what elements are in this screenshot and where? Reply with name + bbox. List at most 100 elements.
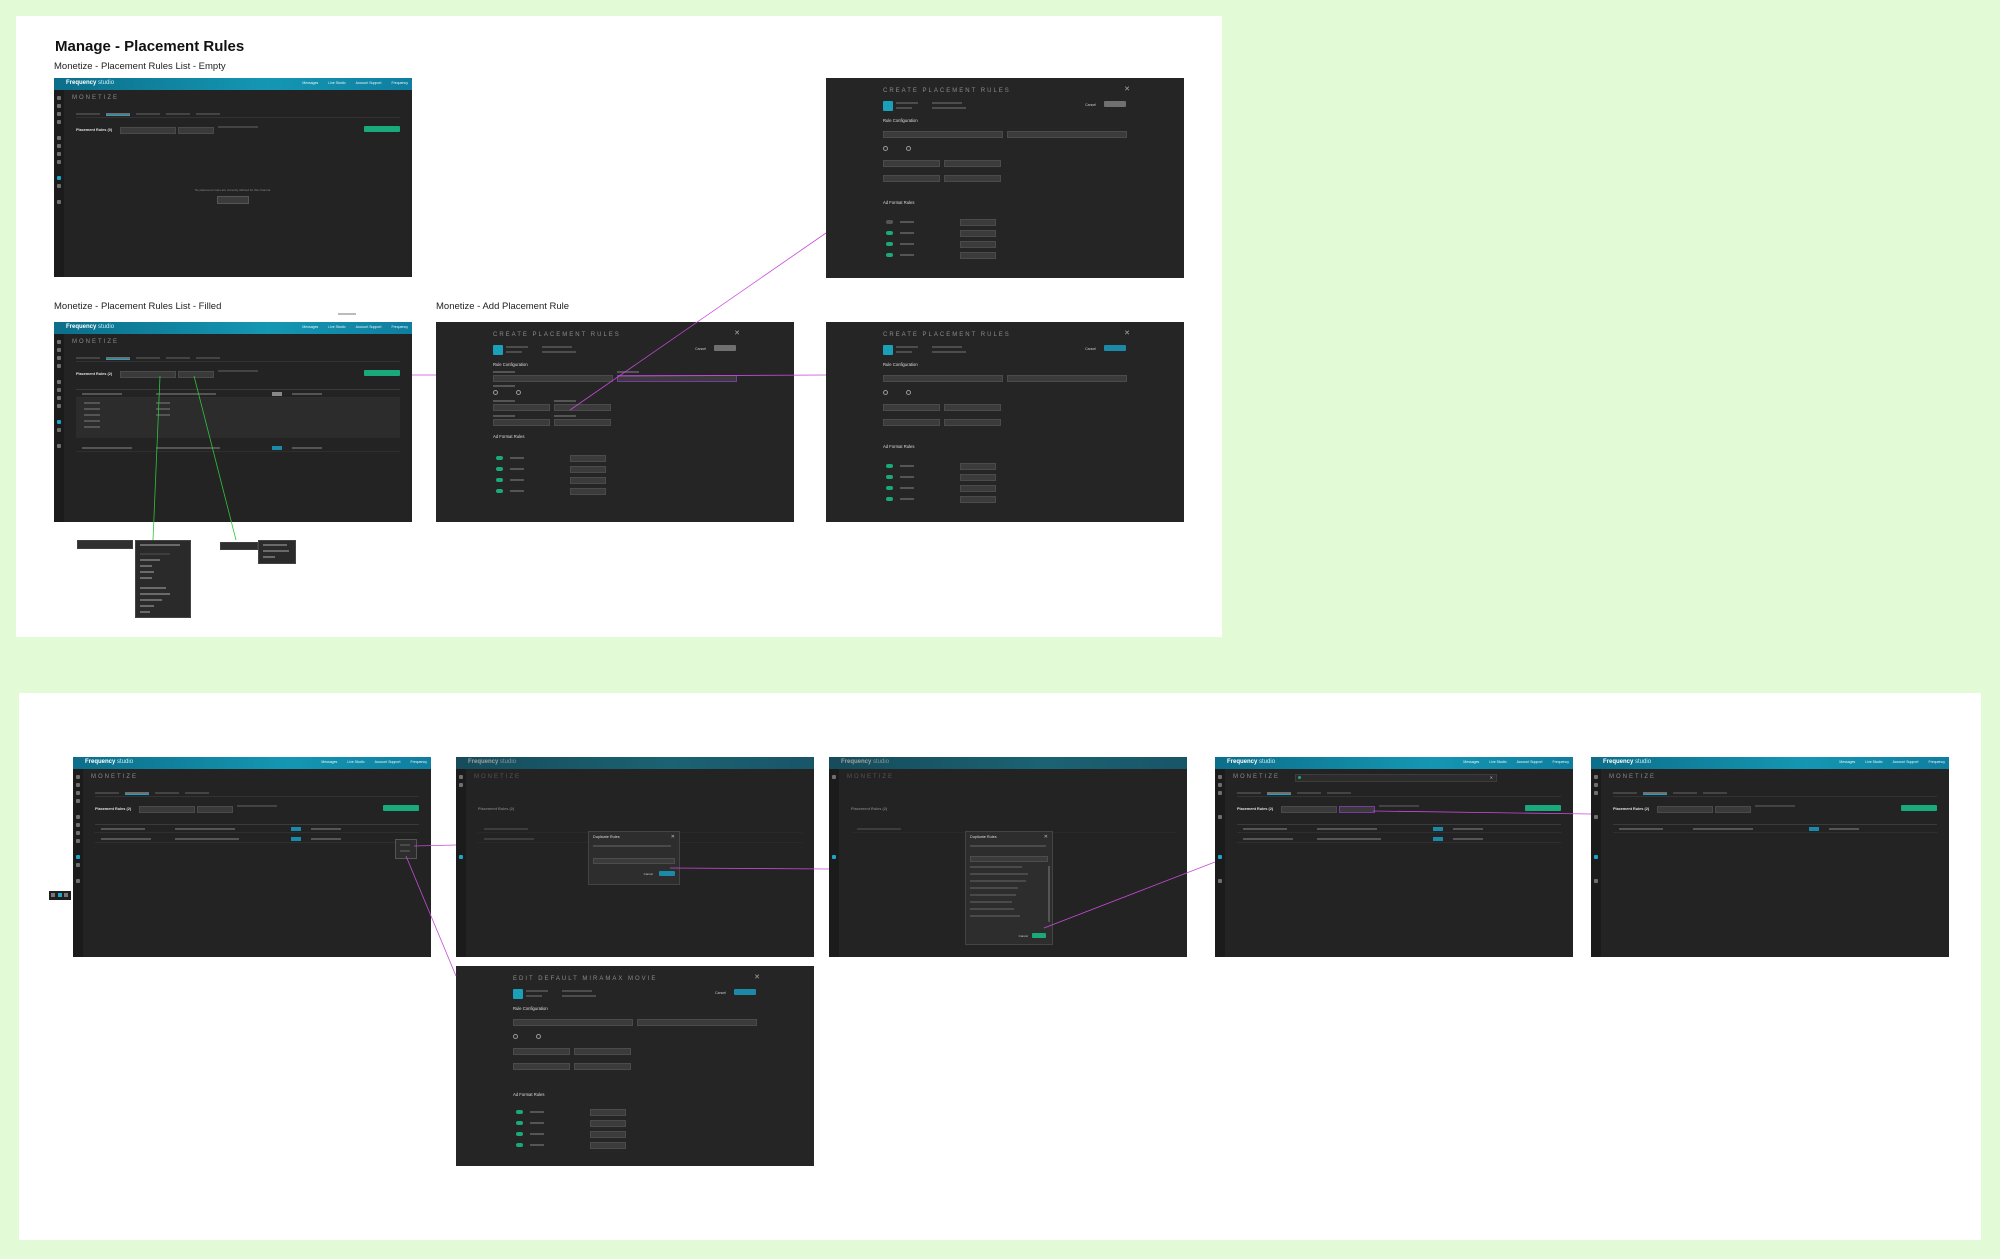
placement-type-radio-1[interactable] (883, 146, 888, 151)
list-item[interactable] (970, 887, 1018, 889)
nav-messages[interactable]: Messages (1463, 760, 1479, 764)
format-select[interactable] (960, 463, 996, 470)
channel-select[interactable] (120, 371, 176, 378)
format-select[interactable] (590, 1109, 626, 1116)
table-row[interactable] (1237, 827, 1561, 833)
close-icon[interactable]: ✕ (754, 973, 760, 981)
nav-messages[interactable]: Messages (302, 325, 318, 329)
close-icon[interactable]: ✕ (1044, 834, 1048, 840)
tab-3[interactable] (136, 113, 160, 115)
close-icon[interactable]: ✕ (1124, 85, 1130, 93)
locations-icon[interactable] (57, 120, 61, 124)
description-input[interactable] (1007, 131, 1127, 138)
create-placement-rule-button[interactable] (383, 805, 419, 811)
cancel-button[interactable]: Cancel (1085, 347, 1096, 351)
schedule-icon[interactable] (57, 380, 61, 384)
settings-icon[interactable] (1218, 879, 1222, 883)
list-item[interactable] (970, 915, 1020, 917)
app-logo[interactable]: Frequency studio (1227, 759, 1275, 765)
create-placement-rule-button[interactable] (1901, 805, 1937, 811)
close-icon[interactable]: ✕ (671, 834, 675, 840)
format-toggle[interactable] (886, 475, 893, 479)
table-row[interactable] (95, 827, 419, 833)
nav-account-menu[interactable]: Frequency (391, 81, 408, 85)
placement-type-radio-2[interactable] (906, 146, 911, 151)
monetize-icon[interactable] (57, 420, 61, 424)
format-toggle[interactable] (516, 1143, 523, 1147)
tab-3[interactable] (1297, 792, 1321, 794)
save-rule-button[interactable] (734, 989, 756, 995)
grid-icon[interactable] (57, 388, 61, 392)
nav-account-support[interactable]: Account Support (356, 325, 382, 329)
end-date-input[interactable] (554, 404, 611, 411)
analytics-icon[interactable] (76, 831, 80, 835)
grid-icon[interactable] (76, 823, 80, 827)
table-row[interactable] (1237, 837, 1561, 843)
list-item[interactable] (970, 901, 1012, 903)
home-icon[interactable] (57, 96, 61, 100)
list-item[interactable] (970, 866, 1022, 868)
format-select[interactable] (570, 455, 606, 462)
tab-1[interactable] (1237, 792, 1261, 794)
save-rule-button[interactable] (1104, 345, 1126, 351)
home-icon[interactable] (76, 775, 80, 779)
filter-select[interactable] (1339, 806, 1375, 813)
format-toggle[interactable] (496, 478, 503, 482)
format-select[interactable] (590, 1131, 626, 1138)
nav-account-menu[interactable]: Frequency (1552, 760, 1569, 764)
library-icon[interactable] (1594, 783, 1598, 787)
nav-messages[interactable]: Messages (302, 81, 318, 85)
placement-type-radio-2[interactable] (906, 390, 911, 395)
format-toggle[interactable] (516, 1132, 523, 1136)
format-toggle[interactable] (886, 242, 893, 246)
filter-select[interactable] (1715, 806, 1751, 813)
duplicate-button[interactable] (659, 871, 675, 876)
list-scrollbar[interactable] (1048, 866, 1050, 922)
library-icon[interactable] (57, 348, 61, 352)
channel-select[interactable] (120, 127, 176, 134)
channel-dropdown-list[interactable] (135, 540, 191, 618)
format-select[interactable] (570, 466, 606, 473)
channel-select[interactable] (1281, 806, 1337, 813)
cancel-button[interactable]: Cancel (695, 347, 706, 351)
tab-1[interactable] (76, 357, 100, 359)
tab-4[interactable] (185, 792, 209, 794)
tab-1[interactable] (76, 113, 100, 115)
description-input[interactable] (1007, 375, 1127, 382)
nav-live-studio[interactable]: Live Studio (328, 325, 345, 329)
placement-type-radio-1[interactable] (883, 390, 888, 395)
menu-item-edit[interactable] (400, 844, 410, 846)
format-select[interactable] (570, 477, 606, 484)
format-toggle[interactable] (886, 486, 893, 490)
nav-account-support[interactable]: Account Support (356, 81, 382, 85)
tab-3[interactable] (155, 792, 179, 794)
format-toggle[interactable] (496, 456, 503, 460)
nav-account-support[interactable]: Account Support (1517, 760, 1543, 764)
list-item[interactable] (970, 873, 1028, 875)
format-toggle[interactable] (496, 467, 503, 471)
channel-select-callout[interactable] (77, 540, 133, 549)
nav-account-menu[interactable]: Frequency (1928, 760, 1945, 764)
cancel-button[interactable]: Cancel (1085, 103, 1096, 107)
monetize-icon[interactable] (1218, 855, 1222, 859)
table-row[interactable] (76, 446, 400, 452)
ad-duration-input[interactable] (944, 175, 1001, 182)
table-row[interactable] (1613, 827, 1937, 833)
rule-name-input[interactable] (883, 375, 1003, 382)
format-toggle[interactable] (886, 464, 893, 468)
description-input[interactable] (637, 1019, 757, 1026)
tab-placement-rules[interactable] (106, 357, 130, 360)
ad-count-input[interactable] (883, 175, 940, 182)
ad-count-input[interactable] (493, 419, 550, 426)
filter-select[interactable] (178, 127, 214, 134)
schedule-icon[interactable] (1218, 815, 1222, 819)
list-item[interactable] (970, 908, 1014, 910)
library-icon[interactable] (1218, 783, 1222, 787)
monetize-icon[interactable] (76, 855, 80, 859)
tab-4[interactable] (166, 113, 190, 115)
placement-type-radio-2[interactable] (536, 1034, 541, 1039)
channel-select[interactable] (139, 806, 195, 813)
tab-placement-rules[interactable] (1267, 792, 1291, 795)
grid-icon[interactable] (57, 144, 61, 148)
create-placement-rule-button[interactable] (364, 370, 400, 376)
